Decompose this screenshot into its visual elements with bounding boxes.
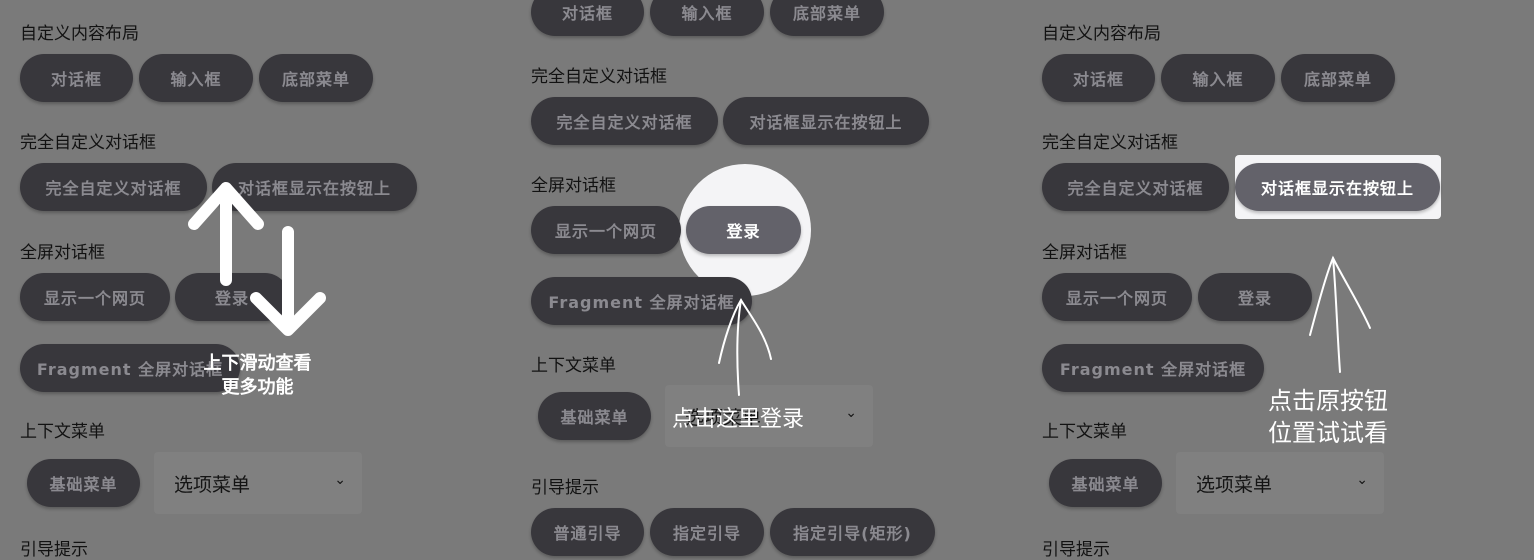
show-webpage-button[interactable]: 显示一个网页: [531, 206, 681, 254]
dialog-button[interactable]: 对话框: [531, 0, 644, 36]
show-webpage-button[interactable]: 显示一个网页: [1042, 273, 1192, 321]
select-value: 选项菜单: [1196, 473, 1273, 496]
section-context-menu: 上下文菜单: [1042, 422, 1127, 442]
full-custom-dialog-button[interactable]: 完全自定义对话框: [531, 97, 718, 145]
specified-guide-button[interactable]: 指定引导: [650, 508, 764, 556]
bottom-menu-button[interactable]: 底部菜单: [770, 0, 884, 36]
full-custom-dialog-button[interactable]: 完全自定义对话框: [1042, 163, 1229, 211]
basic-menu-button[interactable]: 基础菜单: [538, 392, 651, 440]
fragment-button[interactable]: Fragment 全屏对话框: [1042, 344, 1264, 392]
chevron-down-icon: ⌄: [845, 405, 857, 421]
tap-original-line1: 点击原按钮: [1268, 387, 1388, 415]
section-context-menu: 上下文菜单: [531, 356, 616, 376]
dialog-on-button-highlighted[interactable]: 对话框显示在按钮上: [1235, 163, 1440, 211]
dialog-on-button-button[interactable]: 对话框显示在按钮上: [723, 97, 929, 145]
chevron-down-icon: ⌄: [1356, 472, 1368, 488]
input-button[interactable]: 输入框: [1161, 54, 1275, 102]
input-button[interactable]: 输入框: [650, 0, 764, 36]
normal-guide-button[interactable]: 普通引导: [531, 508, 644, 556]
login-button[interactable]: 登录: [1198, 273, 1312, 321]
dialog-button[interactable]: 对话框: [1042, 54, 1155, 102]
bottom-menu-button[interactable]: 底部菜单: [1281, 54, 1395, 102]
login-button-highlighted[interactable]: 登录: [686, 206, 801, 254]
section-fullscreen: 全屏对话框: [531, 176, 616, 196]
pointer-arrow-icon: [718, 298, 772, 396]
basic-menu-button[interactable]: 基础菜单: [1049, 459, 1162, 507]
section-full-custom: 完全自定义对话框: [531, 67, 667, 87]
screen-3: 自定义内容布局 对话框 输入框 底部菜单 完全自定义对话框 完全自定义对话框 对…: [1022, 0, 1534, 560]
tap-login-hint: 点击这里登录: [672, 407, 805, 432]
section-custom-layout: 自定义内容布局: [1042, 24, 1161, 44]
pointer-arrow-icon: [1309, 255, 1371, 373]
options-menu-select[interactable]: 选项菜单 ⌄: [1176, 452, 1384, 514]
section-guide: 引导提示: [1042, 540, 1110, 560]
section-full-custom: 完全自定义对话框: [1042, 133, 1178, 153]
section-fullscreen: 全屏对话框: [1042, 243, 1127, 263]
section-guide: 引导提示: [531, 478, 599, 498]
tap-original-line2: 位置试试看: [1268, 419, 1388, 447]
specified-guide-rect-button[interactable]: 指定引导(矩形): [770, 508, 935, 556]
tap-original-hint: 点击原按钮位置试试看: [1268, 385, 1388, 449]
